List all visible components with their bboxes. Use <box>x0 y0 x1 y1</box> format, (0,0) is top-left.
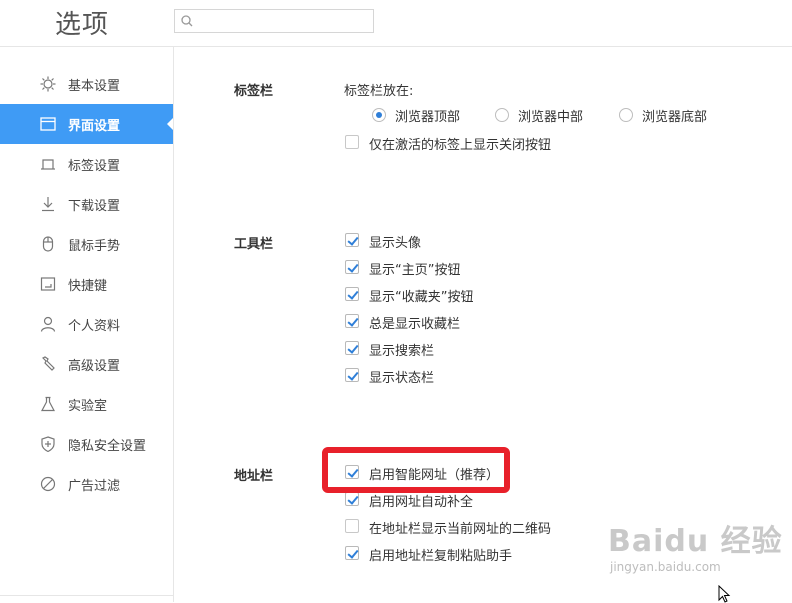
sidebar-item-lab[interactable]: 实验室 <box>0 384 173 424</box>
sidebar-item-mouse[interactable]: 鼠标手势 <box>0 224 173 264</box>
sidebar-item-label: 下载设置 <box>68 199 121 214</box>
download-icon <box>42 197 54 212</box>
section-title-tabbar: 标签栏 <box>234 84 274 99</box>
checkbox[interactable] <box>345 341 359 355</box>
sidebar-item-shortcuts[interactable]: 快捷键 <box>0 264 173 304</box>
checkbox-label: 显示“收藏夹”按钮 <box>369 290 474 305</box>
checkbox-label: 在地址栏显示当前网址的二维码 <box>369 522 552 537</box>
radio-button[interactable] <box>619 108 633 122</box>
checkbox[interactable] <box>345 314 359 328</box>
sidebar-item-profile[interactable]: 个人资料 <box>0 304 173 344</box>
radio-label: 浏览器底部 <box>642 110 708 125</box>
wrench-icon <box>41 356 55 371</box>
sidebar-item-label: 个人资料 <box>68 319 121 334</box>
checkbox[interactable] <box>345 260 359 274</box>
radio-button[interactable] <box>372 108 386 122</box>
checkbox-label: 显示“主页”按钮 <box>369 263 461 278</box>
sidebar-item-privacy[interactable]: 隐私安全设置 <box>0 424 173 464</box>
keyboard-icon <box>40 277 56 291</box>
tabbar-position-label: 标签栏放在: <box>344 84 414 99</box>
checkbox-label: 启用网址自动补全 <box>369 495 474 510</box>
sidebar-item-basic[interactable]: 基本设置 <box>0 64 173 104</box>
sidebar-item-label: 快捷键 <box>68 279 108 294</box>
section-title-toolbar: 工具栏 <box>234 237 274 252</box>
checkbox-label: 显示搜索栏 <box>369 344 435 359</box>
sidebar-item-tabs[interactable]: 标签设置 <box>0 144 173 184</box>
sidebar-item-label: 鼠标手势 <box>68 239 121 254</box>
shield-icon <box>41 436 55 452</box>
tab-icon <box>41 159 55 170</box>
sidebar: 基本设置 界面设置 标签设置 下载设置 鼠标手势 快捷键 个人资料 高级设置 实… <box>0 47 174 602</box>
checkbox[interactable] <box>345 287 359 301</box>
search-icon <box>181 15 193 27</box>
checkbox-label: 仅在激活的标签上显示关闭按钮 <box>369 138 552 153</box>
sidebar-item-label: 实验室 <box>68 399 108 414</box>
sidebar-item-adblock[interactable]: 广告过滤 <box>0 464 173 504</box>
sidebar-item-label: 隐私安全设置 <box>68 439 147 454</box>
sidebar-item-interface[interactable]: 界面设置 <box>0 104 173 144</box>
watermark-url: jingyan.baidu.com <box>610 560 721 574</box>
sidebar-item-label: 广告过滤 <box>68 479 121 494</box>
sidebar-item-label: 界面设置 <box>68 119 121 134</box>
checkbox[interactable] <box>345 368 359 382</box>
radio-label: 浏览器中部 <box>518 110 584 125</box>
section-title-addressbar: 地址栏 <box>234 469 274 484</box>
user-icon <box>40 316 56 332</box>
checkbox-label: 启用智能网址（推荐） <box>369 468 500 483</box>
checkbox[interactable] <box>345 135 359 149</box>
header: 选项 <box>0 0 792 47</box>
checkbox-label: 显示状态栏 <box>369 371 435 386</box>
checkbox[interactable] <box>345 233 359 247</box>
checkbox[interactable] <box>345 492 359 506</box>
sidebar-item-advanced[interactable]: 高级设置 <box>0 344 173 384</box>
block-icon <box>40 476 56 492</box>
checkbox-label: 总是显示收藏栏 <box>369 317 461 332</box>
sidebar-item-download[interactable]: 下载设置 <box>0 184 173 224</box>
checkbox-label: 启用地址栏复制粘贴助手 <box>369 549 513 564</box>
gear-icon <box>40 76 56 92</box>
checkbox-label: 显示头像 <box>369 236 422 251</box>
watermark: Baidu 经验 jingyan.baidu.com <box>608 516 783 574</box>
sidebar-item-label: 标签设置 <box>68 159 121 174</box>
cursor-icon <box>718 585 731 603</box>
window-icon <box>40 117 56 131</box>
mouse-icon <box>42 236 54 252</box>
sidebar-divider <box>0 595 173 596</box>
checkbox[interactable] <box>345 519 359 533</box>
search-input[interactable] <box>174 9 374 33</box>
radio-label: 浏览器顶部 <box>395 110 461 125</box>
sidebar-item-label: 高级设置 <box>68 359 121 374</box>
sidebar-item-label: 基本设置 <box>68 79 121 94</box>
watermark-logo: Baidu 经验 <box>608 524 783 559</box>
checkbox[interactable] <box>345 546 359 560</box>
radio-button[interactable] <box>495 108 509 122</box>
page-title: 选项 <box>55 10 110 40</box>
checkbox[interactable] <box>345 465 359 479</box>
flask-icon <box>41 396 55 412</box>
